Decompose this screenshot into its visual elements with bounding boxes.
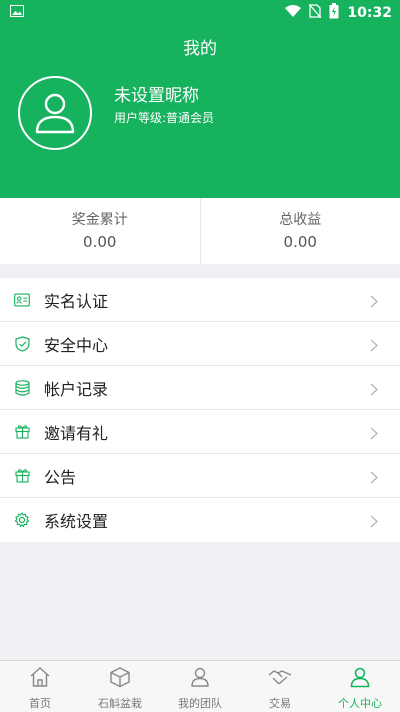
menu-item-system-settings[interactable]: 系统设置 [0,498,400,542]
handshake-icon [268,666,292,692]
settings-menu: 实名认证 安全中心 帐户记录 邀请有礼 公告 系统设置 [0,278,400,542]
stats-panel: 奖金累计 0.00 总收益 0.00 [0,198,400,264]
menu-item-label: 实名认证 [44,288,108,312]
gift-icon [14,468,30,484]
box-icon [109,666,131,692]
menu-item-label: 安全中心 [44,332,108,356]
gift-icon [14,424,30,440]
id-card-icon [14,292,30,308]
status-icons: 10:32 [285,3,392,23]
page-title: 我的 [0,34,400,59]
shield-icon [14,336,30,352]
gear-icon [14,512,30,528]
chevron-right-icon [370,469,378,488]
stat-label: 奖金累计 [0,209,200,229]
status-bar: 10:32 [0,0,400,24]
profile-header: 我的 未设置昵称 用户等级:普通会员 [0,24,400,198]
stat-value: 0.00 [201,233,400,251]
wifi-icon [285,5,301,22]
tab-personal-center[interactable]: 个人中心 [320,661,400,712]
battery-icon [329,3,339,23]
chevron-right-icon [370,293,378,312]
bottom-tab-bar: 首页 石斛盆栽 我的团队 交易 个人中心 [0,660,400,712]
avatar[interactable] [18,76,92,150]
chevron-right-icon [370,337,378,356]
chevron-right-icon [370,513,378,532]
no-sim-icon [309,4,321,22]
tab-label: 石斛盆栽 [98,695,142,711]
tab-home[interactable]: 首页 [0,661,80,712]
nickname[interactable]: 未设置昵称 [114,81,199,106]
home-icon [29,666,51,692]
user-level: 用户等级:普通会员 [114,109,214,126]
tab-label: 个人中心 [338,695,382,711]
menu-item-label: 帐户记录 [44,376,108,400]
chevron-right-icon [370,425,378,444]
chevron-right-icon [370,381,378,400]
tab-label: 交易 [269,695,291,711]
tab-label: 首页 [29,695,51,711]
menu-item-label: 公告 [44,464,76,488]
stat-bonus-total[interactable]: 奖金累计 0.00 [0,198,200,264]
menu-item-account-records[interactable]: 帐户记录 [0,366,400,410]
menu-item-announcements[interactable]: 公告 [0,454,400,498]
menu-item-label: 邀请有礼 [44,420,108,444]
team-icon [189,666,211,692]
menu-item-security-center[interactable]: 安全中心 [0,322,400,366]
menu-item-invite-gift[interactable]: 邀请有礼 [0,410,400,454]
user-icon [32,90,78,136]
tab-label: 我的团队 [178,695,222,711]
tab-potted-plants[interactable]: 石斛盆栽 [80,661,160,712]
menu-item-label: 系统设置 [44,508,108,532]
stat-label: 总收益 [201,209,400,229]
tab-trade[interactable]: 交易 [240,661,320,712]
stat-total-earnings[interactable]: 总收益 0.00 [200,198,400,264]
database-icon [14,380,30,396]
menu-item-real-name-auth[interactable]: 实名认证 [0,278,400,322]
stat-value: 0.00 [0,233,200,251]
user-icon [349,666,371,692]
clock: 10:32 [347,5,392,21]
tab-my-team[interactable]: 我的团队 [160,661,240,712]
image-notification-icon [10,5,24,21]
